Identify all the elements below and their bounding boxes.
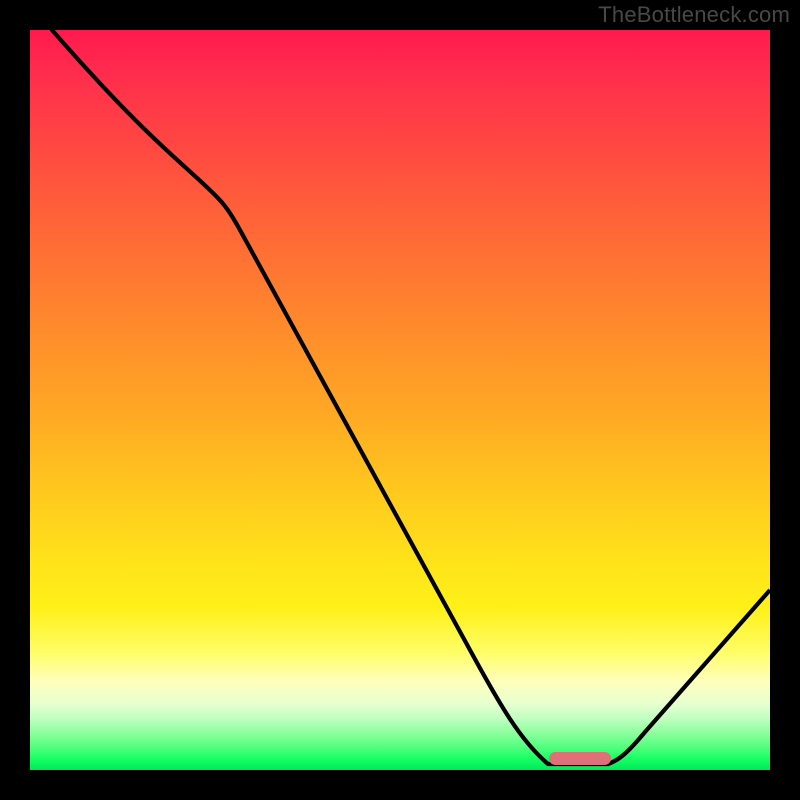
optimal-marker xyxy=(549,752,611,765)
curve-line xyxy=(30,30,770,770)
chart-frame: TheBottleneck.com xyxy=(0,0,800,800)
plot-area xyxy=(30,30,770,770)
watermark-text: TheBottleneck.com xyxy=(598,2,790,28)
bottleneck-curve-path xyxy=(30,30,770,764)
